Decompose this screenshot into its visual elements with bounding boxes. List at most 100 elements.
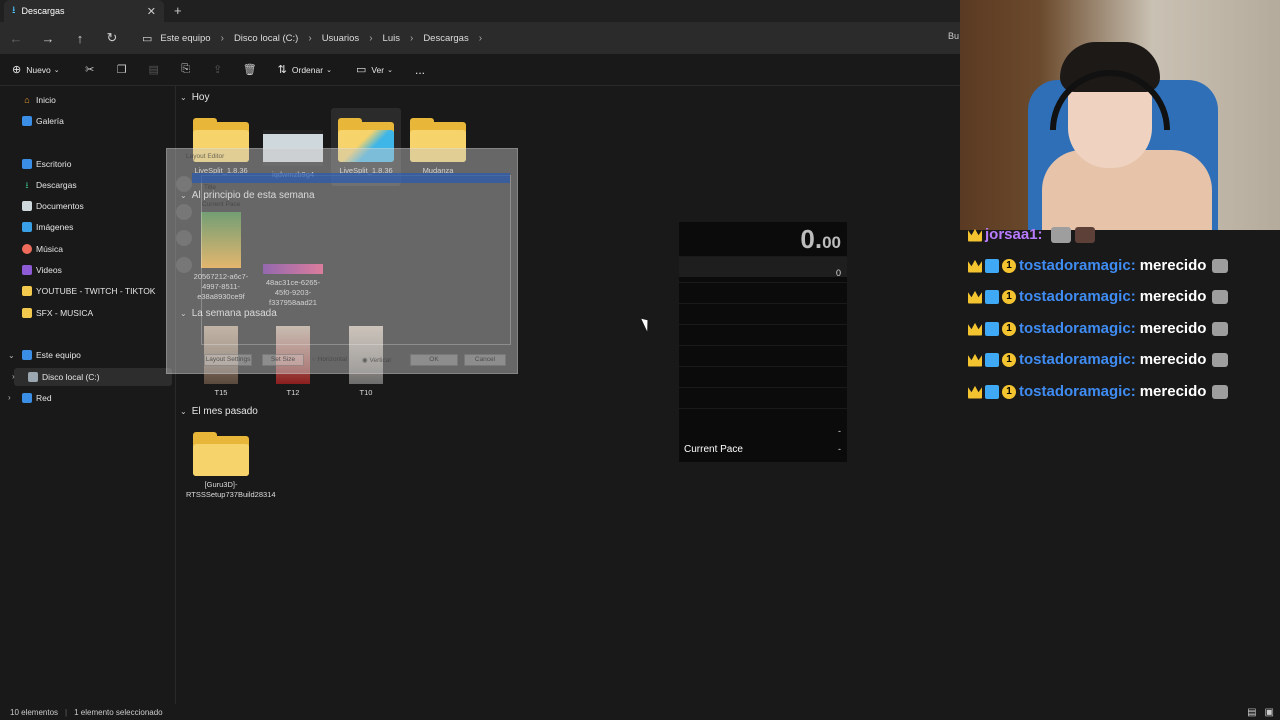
chevron-down-icon[interactable]: ⌄ bbox=[8, 351, 15, 360]
crumb-1[interactable]: Este equipo bbox=[160, 33, 210, 44]
sidebar-item-red[interactable]: Red bbox=[22, 390, 52, 406]
chevron-right-icon: › bbox=[308, 32, 312, 44]
add-icon[interactable] bbox=[176, 176, 192, 192]
sidebar-item-imagenes[interactable]: Imágenes bbox=[22, 219, 73, 235]
chevron-down-icon: ⌄ bbox=[180, 93, 187, 102]
command-bar: ⊕ Nuevo ⌄ ✂ ❐ ▤ ⎘ ⇪ 🗑 ⇅ Ordenar ⌄ ▭ Ver … bbox=[0, 54, 960, 86]
current-pace-value: - bbox=[838, 444, 841, 454]
sidebar-item-videos[interactable]: Videos bbox=[22, 262, 62, 278]
number-badge-icon: 1 bbox=[1002, 321, 1016, 336]
group-header-last-month[interactable]: ⌄ El mes pasado bbox=[180, 406, 258, 417]
split-row bbox=[679, 282, 847, 303]
rename-icon[interactable]: ⎘ bbox=[170, 63, 202, 76]
crumb-2[interactable]: Disco local (C:) bbox=[234, 33, 298, 44]
emote-icon bbox=[1050, 226, 1071, 243]
sidebar-item-galeria[interactable]: Galería bbox=[22, 113, 64, 129]
up-arrow-icon[interactable]: ↑ bbox=[64, 31, 96, 46]
chevron-down-icon: ⌄ bbox=[387, 66, 393, 74]
tab-descargas[interactable]: ⭳ Descargas ✕ bbox=[4, 0, 164, 22]
sidebar-item-sfx[interactable]: SFX - MUSICA bbox=[22, 305, 93, 321]
number-badge-icon: 1 bbox=[1002, 258, 1016, 273]
sidebar-item-documentos[interactable]: Documentos bbox=[22, 198, 84, 214]
vertical-label: Vertical bbox=[369, 357, 391, 364]
forward-arrow-icon[interactable]: → bbox=[32, 31, 64, 46]
large-icons-view-icon[interactable]: ▣ bbox=[1265, 707, 1274, 718]
chat-message: 1 tostadoramagic: merecido bbox=[968, 257, 1229, 274]
network-icon bbox=[22, 393, 32, 403]
close-tab-icon[interactable]: ✕ bbox=[147, 5, 156, 18]
chevron-right-icon[interactable]: › bbox=[8, 393, 11, 402]
paste-icon[interactable]: ▤ bbox=[138, 63, 170, 76]
layout-row-current-pace[interactable]: Current Pace bbox=[202, 201, 240, 208]
documents-icon bbox=[22, 201, 32, 211]
sidebar-item-descargas[interactable]: ⭳ Descargas bbox=[22, 177, 76, 193]
refresh-icon[interactable]: ↻ bbox=[96, 30, 128, 46]
sub-badge-icon bbox=[985, 289, 999, 304]
details-view-icon[interactable]: ▤ bbox=[1247, 707, 1256, 718]
chevron-down-icon: ⌄ bbox=[326, 66, 332, 74]
set-size-button[interactable]: Set Size bbox=[262, 354, 304, 366]
sub-badge-icon bbox=[985, 352, 999, 367]
dialog-title: Layout Editor bbox=[186, 153, 225, 160]
crumb-4[interactable]: Luis bbox=[383, 33, 400, 44]
file-item[interactable]: [Guru3D]-RTSSSetup737Build28314 bbox=[186, 432, 276, 500]
back-arrow-icon[interactable]: ← bbox=[0, 31, 32, 46]
webcam-feed bbox=[960, 0, 1280, 230]
timer-display: 0.00 bbox=[800, 224, 841, 255]
layout-row-title[interactable]: Title bbox=[204, 184, 216, 191]
layout-settings-button[interactable]: Layout Settings bbox=[204, 354, 252, 366]
move-up-icon[interactable] bbox=[176, 230, 192, 246]
chevron-right-icon: › bbox=[409, 32, 414, 44]
livesplit-timer-window[interactable]: 0.00 0 - Current Pace - bbox=[679, 222, 847, 462]
layout-list[interactable] bbox=[201, 175, 511, 345]
gallery-icon bbox=[22, 116, 32, 126]
group-label: Hoy bbox=[191, 92, 210, 103]
file-name: T15 bbox=[214, 388, 228, 397]
emote-icon bbox=[1212, 258, 1229, 273]
search-box[interactable]: Bu bbox=[948, 31, 959, 41]
more-options-button[interactable]: ... bbox=[415, 63, 425, 77]
new-button[interactable]: ⊕ Nuevo ⌄ bbox=[12, 63, 60, 76]
sidebar-item-inicio[interactable]: ⌂ Inicio bbox=[22, 92, 56, 108]
view-button[interactable]: ▭ Ver ⌄ bbox=[356, 63, 393, 76]
sidebar-item-disco-local[interactable]: Disco local (C:) bbox=[28, 369, 100, 385]
share-icon[interactable]: ⇪ bbox=[202, 63, 234, 76]
sidebar-item-label: Videos bbox=[36, 265, 62, 275]
breadcrumb[interactable]: ▭ Este equipo › Disco local (C:) › Usuario… bbox=[134, 26, 934, 50]
number-badge-icon: 1 bbox=[1002, 352, 1016, 367]
chevron-right-icon: › bbox=[220, 32, 224, 44]
copy-icon[interactable]: ❐ bbox=[106, 63, 138, 76]
tab-title: Descargas bbox=[21, 6, 65, 16]
split-row bbox=[679, 408, 847, 429]
layout-selected-row bbox=[192, 173, 510, 183]
ok-button[interactable]: OK bbox=[410, 354, 458, 366]
horizontal-radio[interactable]: ○ Horizontal bbox=[312, 356, 347, 363]
crumb-5[interactable]: Descargas bbox=[423, 33, 468, 44]
cancel-button[interactable]: Cancel bbox=[464, 354, 506, 366]
sidebar-item-escritorio[interactable]: Escritorio bbox=[22, 156, 71, 172]
sidebar-item-este-equipo[interactable]: Este equipo bbox=[22, 347, 81, 363]
current-pace-label: Current Pace bbox=[684, 444, 743, 455]
sidebar-item-youtube[interactable]: YOUTUBE - TWITCH - TIKTOK bbox=[22, 283, 155, 299]
sort-button[interactable]: ⇅ Ordenar ⌄ bbox=[278, 63, 332, 76]
videos-icon bbox=[22, 265, 32, 275]
delete-icon[interactable]: 🗑 bbox=[234, 63, 266, 76]
crown-badge-icon bbox=[968, 259, 982, 273]
vertical-radio[interactable]: ◉ Vertical bbox=[362, 356, 391, 364]
divider: | bbox=[65, 707, 68, 717]
chat-message: 1 tostadoramagic: merecido bbox=[968, 351, 1229, 368]
split-row bbox=[679, 256, 847, 277]
cut-icon[interactable]: ✂ bbox=[74, 63, 106, 76]
chevron-right-icon[interactable]: › bbox=[12, 372, 15, 381]
sidebar-item-musica[interactable]: Música bbox=[22, 241, 63, 257]
emote-icon bbox=[1212, 321, 1229, 336]
move-down-icon[interactable] bbox=[176, 257, 192, 273]
remove-icon[interactable] bbox=[176, 204, 192, 220]
sub-badge-icon bbox=[985, 321, 999, 336]
crumb-3[interactable]: Usuarios bbox=[322, 33, 360, 44]
new-tab-button[interactable]: + bbox=[174, 3, 182, 18]
timer-fraction: 00 bbox=[822, 233, 841, 252]
split-row bbox=[679, 324, 847, 345]
group-header-today[interactable]: ⌄ Hoy bbox=[180, 92, 210, 103]
chat-message: jorsaa1: bbox=[968, 226, 1095, 243]
